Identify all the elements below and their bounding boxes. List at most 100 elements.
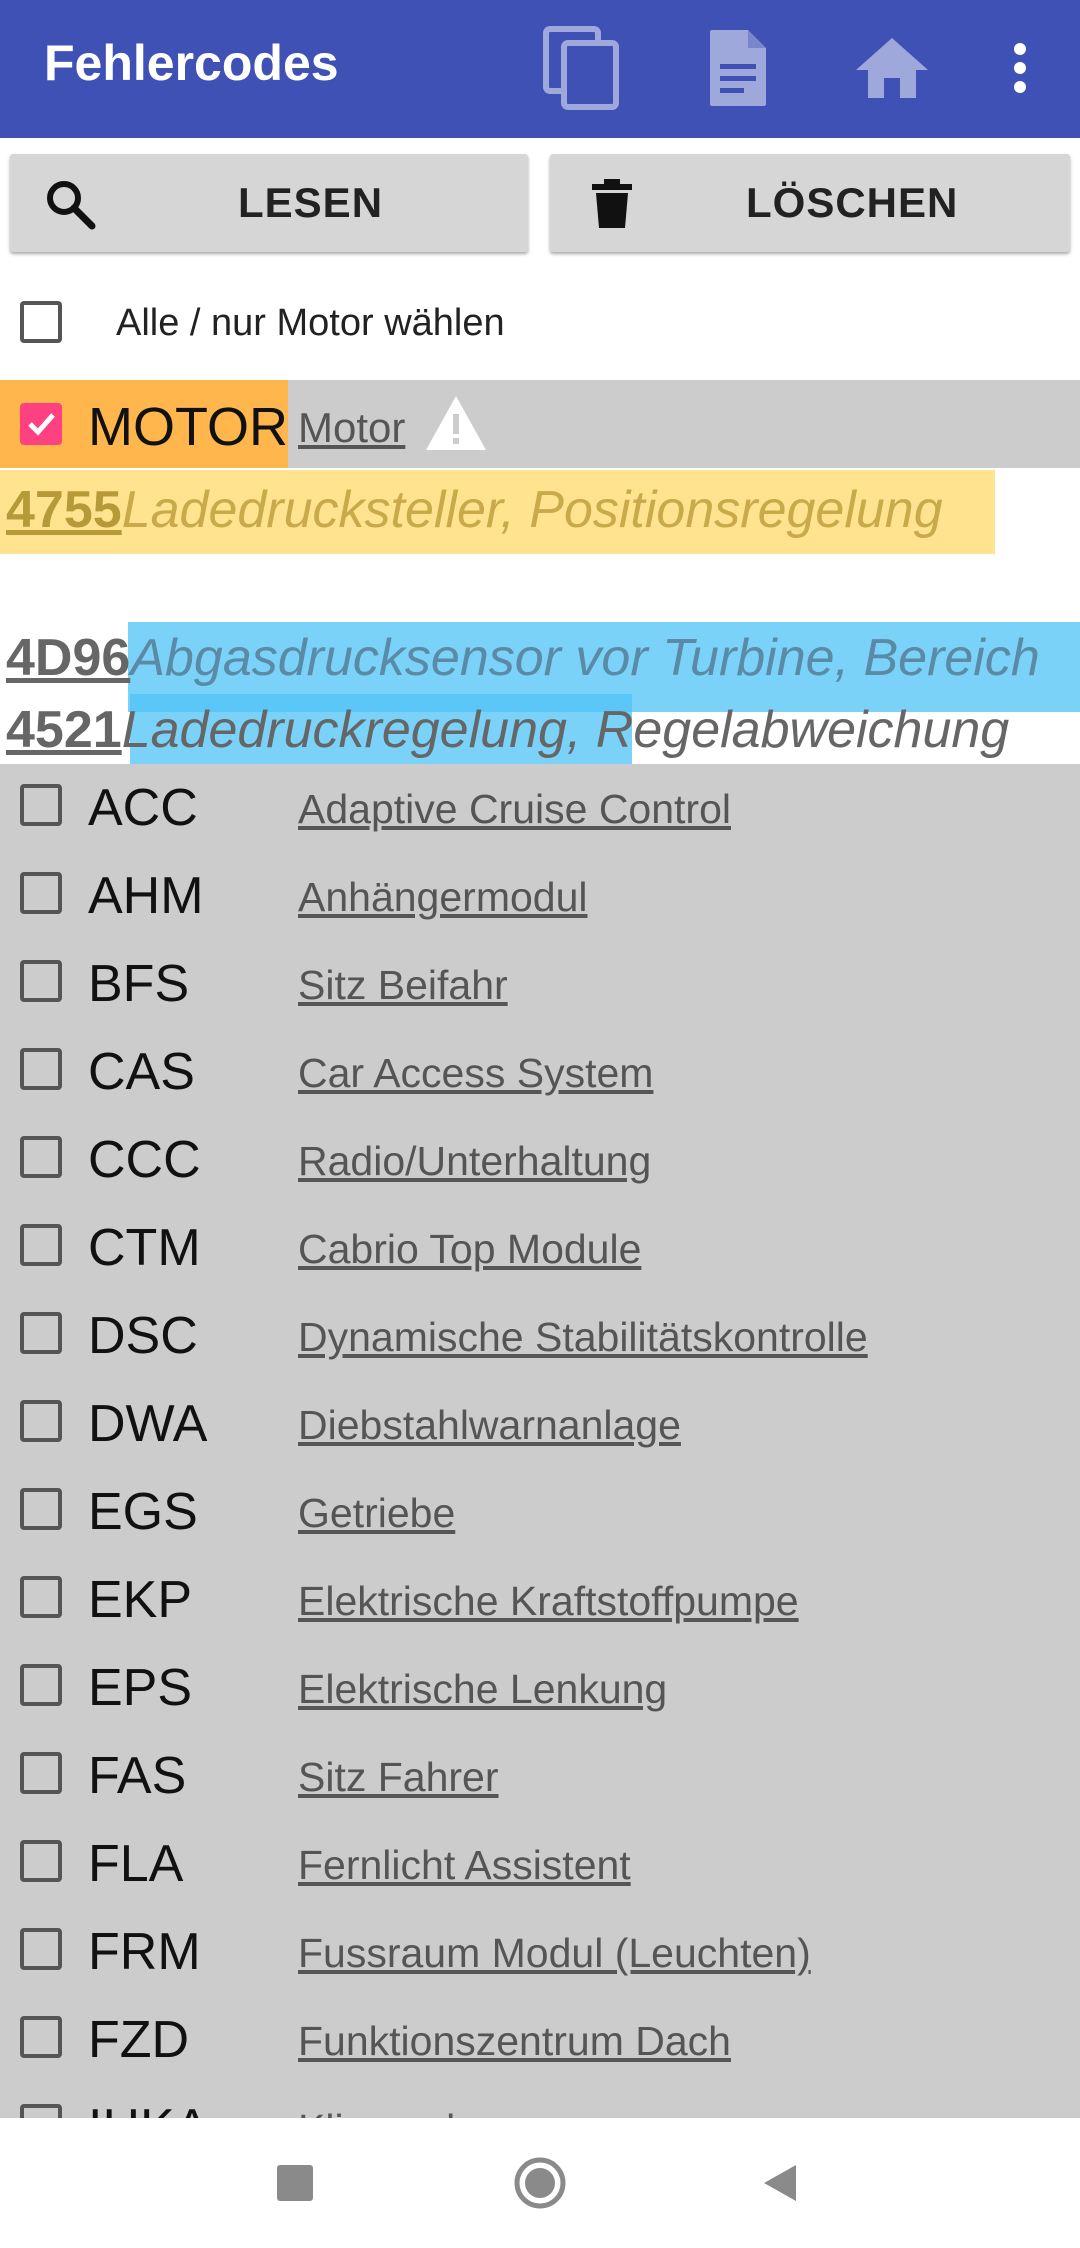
copy-button[interactable] bbox=[534, 20, 630, 116]
module-row-motor[interactable]: MOTOR Motor bbox=[0, 380, 1080, 468]
error-text: Abgasdrucksensor vor Turbine, Bereich bbox=[130, 629, 1040, 687]
module-code: CCC bbox=[88, 1131, 201, 1189]
module-name-link[interactable]: Adaptive Cruise Control bbox=[298, 786, 731, 833]
home-nav-button[interactable] bbox=[505, 2148, 575, 2218]
module-row[interactable]: EGS Getriebe bbox=[0, 1468, 1080, 1556]
module-code: IHKA bbox=[88, 2098, 209, 2118]
recents-icon bbox=[277, 2165, 313, 2201]
back-icon bbox=[764, 2165, 796, 2201]
module-checkbox[interactable] bbox=[20, 2104, 62, 2118]
module-name-link[interactable]: Car Access System bbox=[298, 1050, 653, 1097]
warning-icon bbox=[426, 396, 486, 450]
module-code: FLA bbox=[88, 1835, 184, 1893]
module-name-link[interactable]: Elektrische Kraftstoffpumpe bbox=[298, 1578, 799, 1625]
module-name-link[interactable]: Cabrio Top Module bbox=[298, 1226, 641, 1273]
system-nav-bar bbox=[0, 2118, 1080, 2248]
app-bar: Fehlercodes bbox=[0, 0, 1080, 138]
module-row[interactable]: FAS Sitz Fahrer bbox=[0, 1732, 1080, 1820]
home-button[interactable] bbox=[844, 20, 940, 116]
error-list: 4755Ladedrucksteller, Positionsregelung … bbox=[0, 468, 1080, 778]
module-row[interactable]: BFS Sitz Beifahr bbox=[0, 940, 1080, 1028]
module-checkbox[interactable] bbox=[20, 872, 62, 914]
module-checkbox[interactable] bbox=[20, 784, 62, 826]
module-row[interactable]: DSC Dynamische Stabilitätskontrolle bbox=[0, 1292, 1080, 1380]
module-code: DWA bbox=[88, 1395, 208, 1453]
module-name-link[interactable]: Sitz Beifahr bbox=[298, 962, 508, 1009]
trash-icon bbox=[592, 179, 632, 228]
module-row[interactable]: AHM Anhängermodul bbox=[0, 852, 1080, 940]
action-bar: LESEN LÖSCHEN bbox=[0, 138, 1080, 268]
recents-button[interactable] bbox=[260, 2148, 330, 2218]
search-icon bbox=[47, 181, 96, 230]
motor-checkbox[interactable] bbox=[20, 403, 62, 445]
module-name-link[interactable]: Fernlicht Assistent bbox=[298, 1842, 631, 1889]
module-row[interactable]: FZD Funktionszentrum Dach bbox=[0, 1996, 1080, 2084]
module-checkbox[interactable] bbox=[20, 1840, 62, 1882]
module-code: DSC bbox=[88, 1307, 198, 1365]
module-name-link[interactable]: Funktionszentrum Dach bbox=[298, 2018, 731, 2065]
motor-name-link[interactable]: Motor bbox=[298, 404, 405, 452]
module-row[interactable]: CAS Car Access System bbox=[0, 1028, 1080, 1116]
module-code: EPS bbox=[88, 1659, 193, 1717]
module-name-link[interactable]: Fussraum Modul (Leuchten) bbox=[298, 1930, 811, 1977]
error-code-link[interactable]: 4755 bbox=[6, 481, 122, 539]
module-checkbox[interactable] bbox=[20, 1752, 62, 1794]
read-button[interactable]: LESEN bbox=[10, 154, 528, 252]
module-row[interactable]: FRM Fussraum Modul (Leuchten) bbox=[0, 1908, 1080, 1996]
document-button[interactable] bbox=[690, 20, 786, 116]
error-code-link[interactable]: 4D96 bbox=[6, 629, 130, 687]
module-checkbox[interactable] bbox=[20, 1136, 62, 1178]
module-checkbox[interactable] bbox=[20, 1400, 62, 1442]
module-row[interactable]: CTM Cabrio Top Module bbox=[0, 1204, 1080, 1292]
module-row[interactable]: IHKA Klimaanlage bbox=[0, 2084, 1080, 2118]
module-name-link[interactable]: Sitz Fahrer bbox=[298, 1754, 499, 1801]
select-all-label: Alle / nur Motor wählen bbox=[116, 302, 505, 344]
document-icon bbox=[710, 30, 766, 106]
module-checkbox[interactable] bbox=[20, 1488, 62, 1530]
error-item: 4755Ladedrucksteller, Positionsregelung bbox=[6, 480, 943, 540]
error-text: Ladedrucksteller, Positionsregelung bbox=[121, 481, 943, 539]
module-row[interactable]: CCC Radio/Unterhaltung bbox=[0, 1116, 1080, 1204]
select-all-row[interactable]: Alle / nur Motor wählen bbox=[0, 268, 1080, 380]
select-all-checkbox[interactable] bbox=[20, 301, 62, 343]
module-name-link[interactable]: Radio/Unterhaltung bbox=[298, 1138, 651, 1185]
module-name-link[interactable]: Getriebe bbox=[298, 1490, 455, 1537]
module-name-link[interactable]: Klimaanlage bbox=[298, 2106, 524, 2118]
module-checkbox[interactable] bbox=[20, 1312, 62, 1354]
module-code: EKP bbox=[88, 1571, 193, 1629]
home-icon bbox=[856, 38, 928, 98]
read-button-label: LESEN bbox=[238, 179, 384, 226]
module-code: AHM bbox=[88, 867, 204, 925]
module-code: CAS bbox=[88, 1043, 195, 1101]
module-row[interactable]: DWA Diebstahlwarnanlage bbox=[0, 1380, 1080, 1468]
module-row[interactable]: FLA Fernlicht Assistent bbox=[0, 1820, 1080, 1908]
module-code: FAS bbox=[88, 1747, 187, 1805]
more-vert-icon bbox=[1014, 43, 1026, 93]
delete-button[interactable]: LÖSCHEN bbox=[550, 154, 1070, 252]
module-code: FZD bbox=[88, 2011, 190, 2069]
page-title: Fehlercodes bbox=[44, 35, 339, 91]
module-name-link[interactable]: Diebstahlwarnanlage bbox=[298, 1402, 681, 1449]
module-name-link[interactable]: Anhängermodul bbox=[298, 874, 587, 921]
module-checkbox[interactable] bbox=[20, 2016, 62, 2058]
module-list[interactable]: ACC Adaptive Cruise Control AHM Anhängermod… bbox=[0, 764, 1080, 2118]
home-nav-icon bbox=[514, 2157, 566, 2209]
module-row[interactable]: EPS Elektrische Lenkung bbox=[0, 1644, 1080, 1732]
error-code-link[interactable]: 4521 bbox=[6, 701, 122, 759]
module-checkbox[interactable] bbox=[20, 1048, 62, 1090]
module-code: FRM bbox=[88, 1923, 201, 1981]
overflow-menu-button[interactable] bbox=[972, 20, 1068, 116]
module-checkbox[interactable] bbox=[20, 1224, 62, 1266]
module-code: CTM bbox=[88, 1219, 201, 1277]
module-name-link[interactable]: Elektrische Lenkung bbox=[298, 1666, 667, 1713]
module-checkbox[interactable] bbox=[20, 960, 62, 1002]
error-text: Ladedruckregelung, Regelabweichung bbox=[121, 701, 1010, 759]
module-row[interactable]: EKP Elektrische Kraftstoffpumpe bbox=[0, 1556, 1080, 1644]
module-checkbox[interactable] bbox=[20, 1576, 62, 1618]
back-button[interactable] bbox=[745, 2148, 815, 2218]
module-checkbox[interactable] bbox=[20, 1928, 62, 1970]
module-name-link[interactable]: Dynamische Stabilitätskontrolle bbox=[298, 1314, 868, 1361]
error-item: 4521Ladedruckregelung, Regelabweichung bbox=[6, 700, 1009, 760]
module-checkbox[interactable] bbox=[20, 1664, 62, 1706]
module-row[interactable]: ACC Adaptive Cruise Control bbox=[0, 764, 1080, 852]
